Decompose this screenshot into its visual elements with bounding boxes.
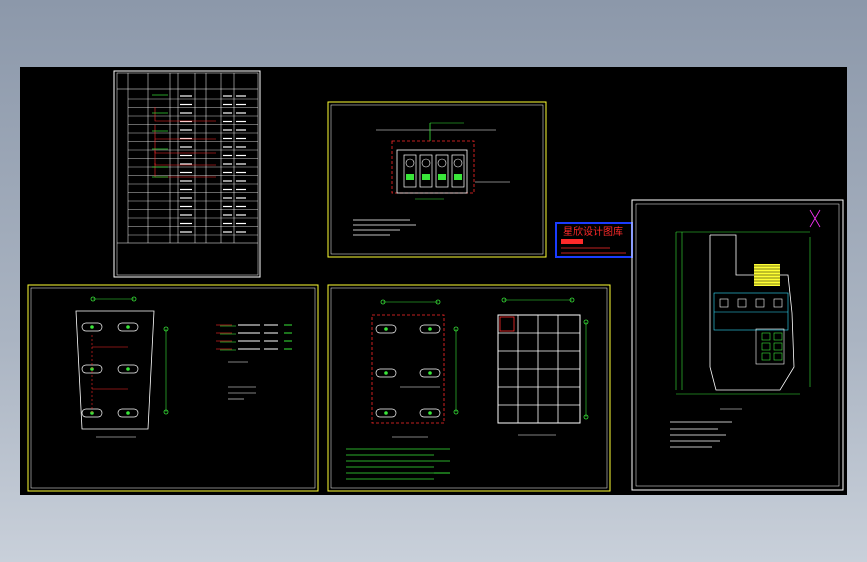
cell-symbol-dot xyxy=(428,411,432,415)
box-cell xyxy=(403,154,417,188)
cell-symbol-dot xyxy=(384,411,388,415)
site-cell xyxy=(773,298,783,308)
site-box xyxy=(773,352,783,361)
box-cell-marker xyxy=(406,174,414,180)
box-cell-circle xyxy=(405,158,415,168)
box-cell xyxy=(435,154,449,188)
site-box xyxy=(773,332,783,341)
cell-layout-right-sheet xyxy=(327,284,611,492)
box-cell-circle xyxy=(421,158,431,168)
site-box xyxy=(761,352,771,361)
box-cell-marker xyxy=(438,174,446,180)
grid-plan-lines xyxy=(498,297,589,423)
material-table-red-lines xyxy=(154,107,216,178)
mid-cell-symbols xyxy=(375,299,459,418)
cell-symbol-dot xyxy=(126,367,130,371)
stamp-title: 星欣设计图库 xyxy=(563,225,623,238)
cell-symbol-dot xyxy=(428,327,432,331)
cell-symbol-dot xyxy=(384,327,388,331)
left-cell-symbols xyxy=(81,296,169,418)
box-cell-circle xyxy=(453,158,463,168)
box-cell-circle xyxy=(437,158,447,168)
box-detail-sheet xyxy=(327,101,547,258)
site-box xyxy=(761,332,771,341)
site-cell xyxy=(719,298,729,308)
cad-drawing-canvas[interactable]: 星欣设计图库 xyxy=(20,67,847,495)
cell-symbol-dot xyxy=(384,371,388,375)
grid-red-corner xyxy=(499,316,515,332)
site-box xyxy=(773,342,783,351)
red-leader xyxy=(154,125,216,140)
red-leader xyxy=(154,139,216,154)
box-detail-notes xyxy=(353,219,416,236)
box-cell-marker xyxy=(454,174,462,180)
site-plan-sheet xyxy=(631,199,844,491)
box-cell-marker xyxy=(422,174,430,180)
cell-symbol-dot xyxy=(126,411,130,415)
cell-symbol-dot xyxy=(126,325,130,329)
site-cell xyxy=(737,298,747,308)
mid-notes xyxy=(346,448,450,480)
site-box xyxy=(761,342,771,351)
site-cell xyxy=(755,298,765,308)
box-cell xyxy=(451,154,465,188)
design-library-stamp: 星欣设计图库 xyxy=(555,222,633,258)
red-leader xyxy=(154,107,216,122)
cell-layout-left-sheet xyxy=(27,284,319,492)
left-legend xyxy=(216,324,292,351)
box-detail-cells xyxy=(403,154,465,188)
cell-symbol-dot xyxy=(428,371,432,375)
box-cell xyxy=(419,154,433,188)
cell-symbol-dot xyxy=(90,325,94,329)
material-table-rows xyxy=(128,95,258,236)
site-equipment-boxes xyxy=(719,298,783,361)
material-table-sheet xyxy=(113,70,261,278)
